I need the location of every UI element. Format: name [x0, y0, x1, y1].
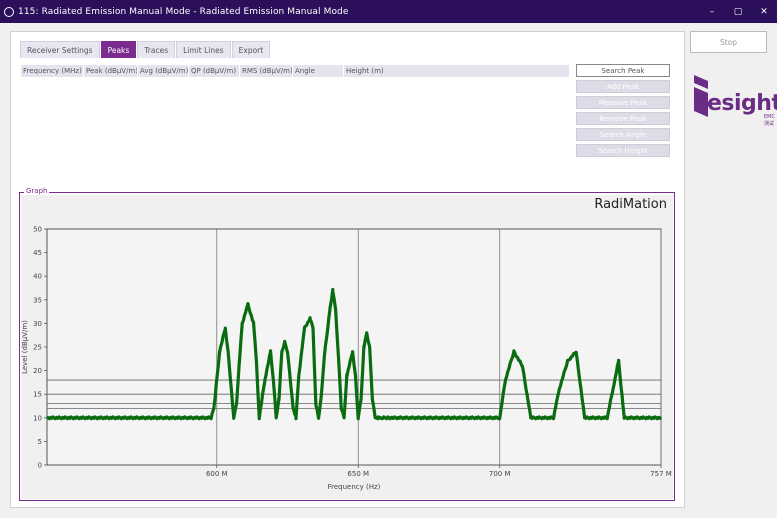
column-header-height[interactable]: Height (m)	[344, 65, 570, 77]
column-header-avg[interactable]: Avg (dBµV/m)	[138, 65, 189, 77]
y-tick-label: 20	[33, 367, 42, 375]
y-tick-label: 10	[33, 414, 42, 422]
graph-group: Graph 0510152025303540455054 M600 M650 M…	[19, 187, 675, 501]
side-panel: Stop esight EMC测试	[690, 31, 777, 127]
x-tick-label: 700 M	[489, 470, 511, 478]
tab-export[interactable]: Export	[231, 41, 271, 58]
y-tick-label: 50	[33, 226, 42, 234]
search-peak-button[interactable]: Search Peak	[576, 64, 670, 77]
y-tick-label: 0	[38, 462, 42, 470]
y-tick-label: 30	[33, 320, 42, 328]
logo-subtitle: EMC测试	[764, 114, 775, 127]
column-header-angle[interactable]: Angle	[293, 65, 344, 77]
graph-legend: Graph	[24, 187, 50, 195]
graph-area[interactable]: 0510152025303540455054 M600 M650 M700 M7…	[21, 195, 673, 499]
search-height-button[interactable]: Search Height	[576, 144, 670, 157]
tab-limit-lines[interactable]: Limit Lines	[176, 41, 231, 58]
y-tick-label: 35	[33, 296, 42, 304]
tab-peaks[interactable]: Peaks	[100, 41, 137, 58]
y-tick-label: 40	[33, 273, 42, 281]
tab-bar: Receiver Settings Peaks Traces Limit Lin…	[20, 41, 271, 58]
minimize-icon[interactable]: –	[699, 0, 725, 23]
remove-peak-button[interactable]: Remove Peak	[576, 112, 670, 125]
x-tick-label: 757 M	[650, 470, 672, 478]
emission-chart[interactable]: 0510152025303540455054 M600 M650 M700 M7…	[21, 195, 673, 499]
logo-word: esight	[707, 91, 777, 116]
title-bar: 115: Radiated Emission Manual Mode - Rad…	[0, 0, 777, 23]
app-icon	[4, 6, 14, 17]
peak-button-column: Search Peak Add Peak Measure Peak Remove…	[576, 64, 671, 160]
x-tick-label: 600 M	[206, 470, 228, 478]
maximize-icon[interactable]: ▢	[725, 0, 751, 23]
tab-receiver-settings[interactable]: Receiver Settings	[20, 41, 100, 58]
window-title: 115: Radiated Emission Manual Mode - Rad…	[18, 6, 349, 17]
close-icon[interactable]: ✕	[751, 0, 777, 23]
y-tick-label: 45	[33, 249, 42, 257]
radimation-brand: RadiMation	[594, 197, 667, 212]
x-tick-label: 650 M	[347, 470, 369, 478]
main-panel: Receiver Settings Peaks Traces Limit Lin…	[10, 31, 685, 508]
column-header-rms[interactable]: RMS (dBµV/m)	[240, 65, 293, 77]
peaks-panel: Frequency (MHz) Peak (dBµV/m) Avg (dBµV/…	[20, 58, 675, 188]
column-header-qp[interactable]: QP (dBµV/m)	[189, 65, 240, 77]
x-axis-label: Frequency (Hz)	[328, 483, 381, 491]
y-tick-label: 5	[38, 438, 42, 446]
y-axis-label: Level (dBµV/m)	[21, 320, 29, 374]
plot-frame	[46, 228, 662, 466]
stop-button[interactable]: Stop	[690, 31, 767, 53]
tesight-logo: esight EMC测试	[694, 75, 777, 127]
peaks-table-header: Frequency (MHz) Peak (dBµV/m) Avg (dBµV/…	[21, 65, 570, 77]
measure-peak-button[interactable]: Measure Peak	[576, 96, 670, 109]
column-header-peak[interactable]: Peak (dBµV/m)	[84, 65, 138, 77]
logo-mark-icon	[694, 75, 708, 117]
add-peak-button[interactable]: Add Peak	[576, 80, 670, 93]
tab-traces[interactable]: Traces	[137, 41, 176, 58]
column-header-frequency[interactable]: Frequency (MHz)	[21, 65, 84, 77]
y-tick-label: 25	[33, 344, 42, 352]
y-tick-label: 15	[33, 391, 42, 399]
search-angle-button[interactable]: Search Angle	[576, 128, 670, 141]
window-controls: – ▢ ✕	[699, 0, 777, 23]
